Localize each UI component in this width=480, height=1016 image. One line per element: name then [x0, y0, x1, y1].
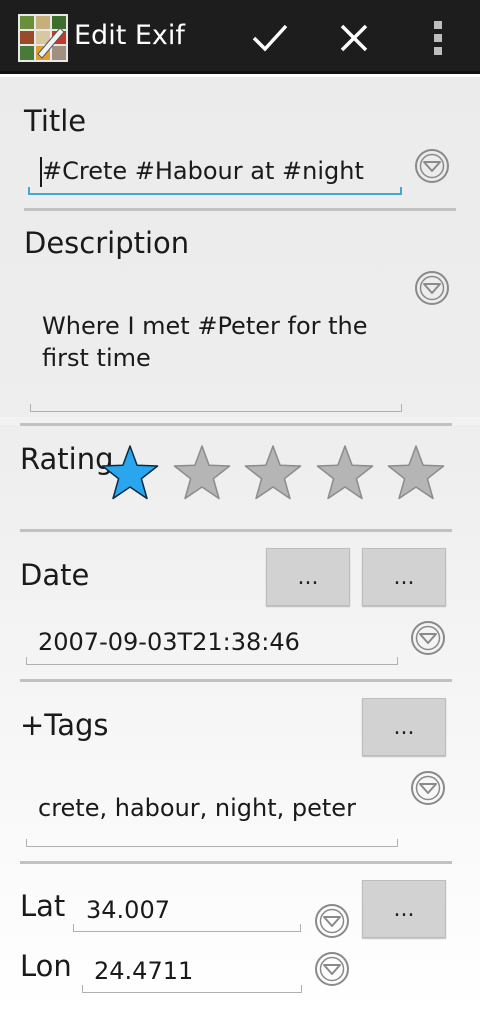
dropdown-circle-icon [411, 621, 445, 655]
close-icon [340, 24, 368, 52]
date-label: Date [20, 558, 90, 592]
description-label: Description [24, 226, 190, 260]
date-history-button[interactable] [410, 620, 446, 656]
divider [20, 423, 452, 426]
star-empty-icon[interactable] [384, 442, 448, 504]
edit-form: Title #Crete #Habour at #night Descripti… [0, 77, 480, 1016]
lon-label: Lon [20, 949, 72, 983]
overflow-menu-icon [434, 21, 442, 55]
dropdown-circle-icon [415, 271, 449, 305]
title-label: Title [24, 104, 87, 138]
star-empty-icon[interactable] [241, 442, 305, 504]
tags-history-button[interactable] [410, 770, 446, 806]
dropdown-circle-icon [315, 904, 349, 938]
date-picker-button[interactable]: ... [266, 548, 350, 606]
title-input-underline [28, 187, 402, 195]
star-empty-icon[interactable] [313, 442, 377, 504]
description-input-underline [30, 404, 402, 412]
tags-picker-button[interactable]: ... [362, 698, 446, 756]
tags-input-underline [26, 839, 398, 847]
lon-input[interactable]: 24.4711 [94, 957, 193, 985]
lon-input-underline [82, 985, 302, 993]
lat-history-button[interactable] [314, 903, 350, 939]
time-picker-button[interactable]: ... [362, 548, 446, 606]
description-history-button[interactable] [414, 270, 450, 306]
divider [20, 679, 452, 682]
description-input[interactable]: Where I met #Peter for the first time [42, 310, 392, 374]
tags-label: +Tags [20, 708, 109, 742]
date-input[interactable]: 2007-09-03T21:38:46 [38, 628, 300, 656]
dropdown-circle-icon [415, 149, 449, 183]
checkmark-icon [252, 24, 288, 52]
title-input[interactable]: #Crete #Habour at #night [42, 157, 364, 185]
divider [24, 208, 456, 211]
overflow-menu-button[interactable] [416, 18, 460, 58]
title-history-button[interactable] [414, 148, 450, 184]
app-title: Edit Exif [74, 20, 185, 51]
lat-label: Lat [20, 889, 66, 923]
photo-collage-icon[interactable] [18, 14, 68, 62]
star-empty-icon[interactable] [170, 442, 234, 504]
lon-history-button[interactable] [314, 951, 350, 987]
star-filled-icon[interactable] [98, 442, 162, 504]
geo-picker-button[interactable]: ... [362, 880, 446, 938]
lat-input-underline [73, 924, 301, 932]
cancel-button[interactable] [332, 18, 376, 58]
dropdown-circle-icon [315, 952, 349, 986]
tags-input[interactable]: crete, habour, night, peter [38, 794, 356, 822]
dropdown-circle-icon [411, 771, 445, 805]
confirm-button[interactable] [248, 18, 292, 58]
divider [20, 861, 452, 864]
divider [20, 529, 452, 532]
lat-input[interactable]: 34.007 [86, 896, 170, 924]
date-input-underline [26, 657, 398, 665]
action-bar: Edit Exif [0, 0, 480, 74]
